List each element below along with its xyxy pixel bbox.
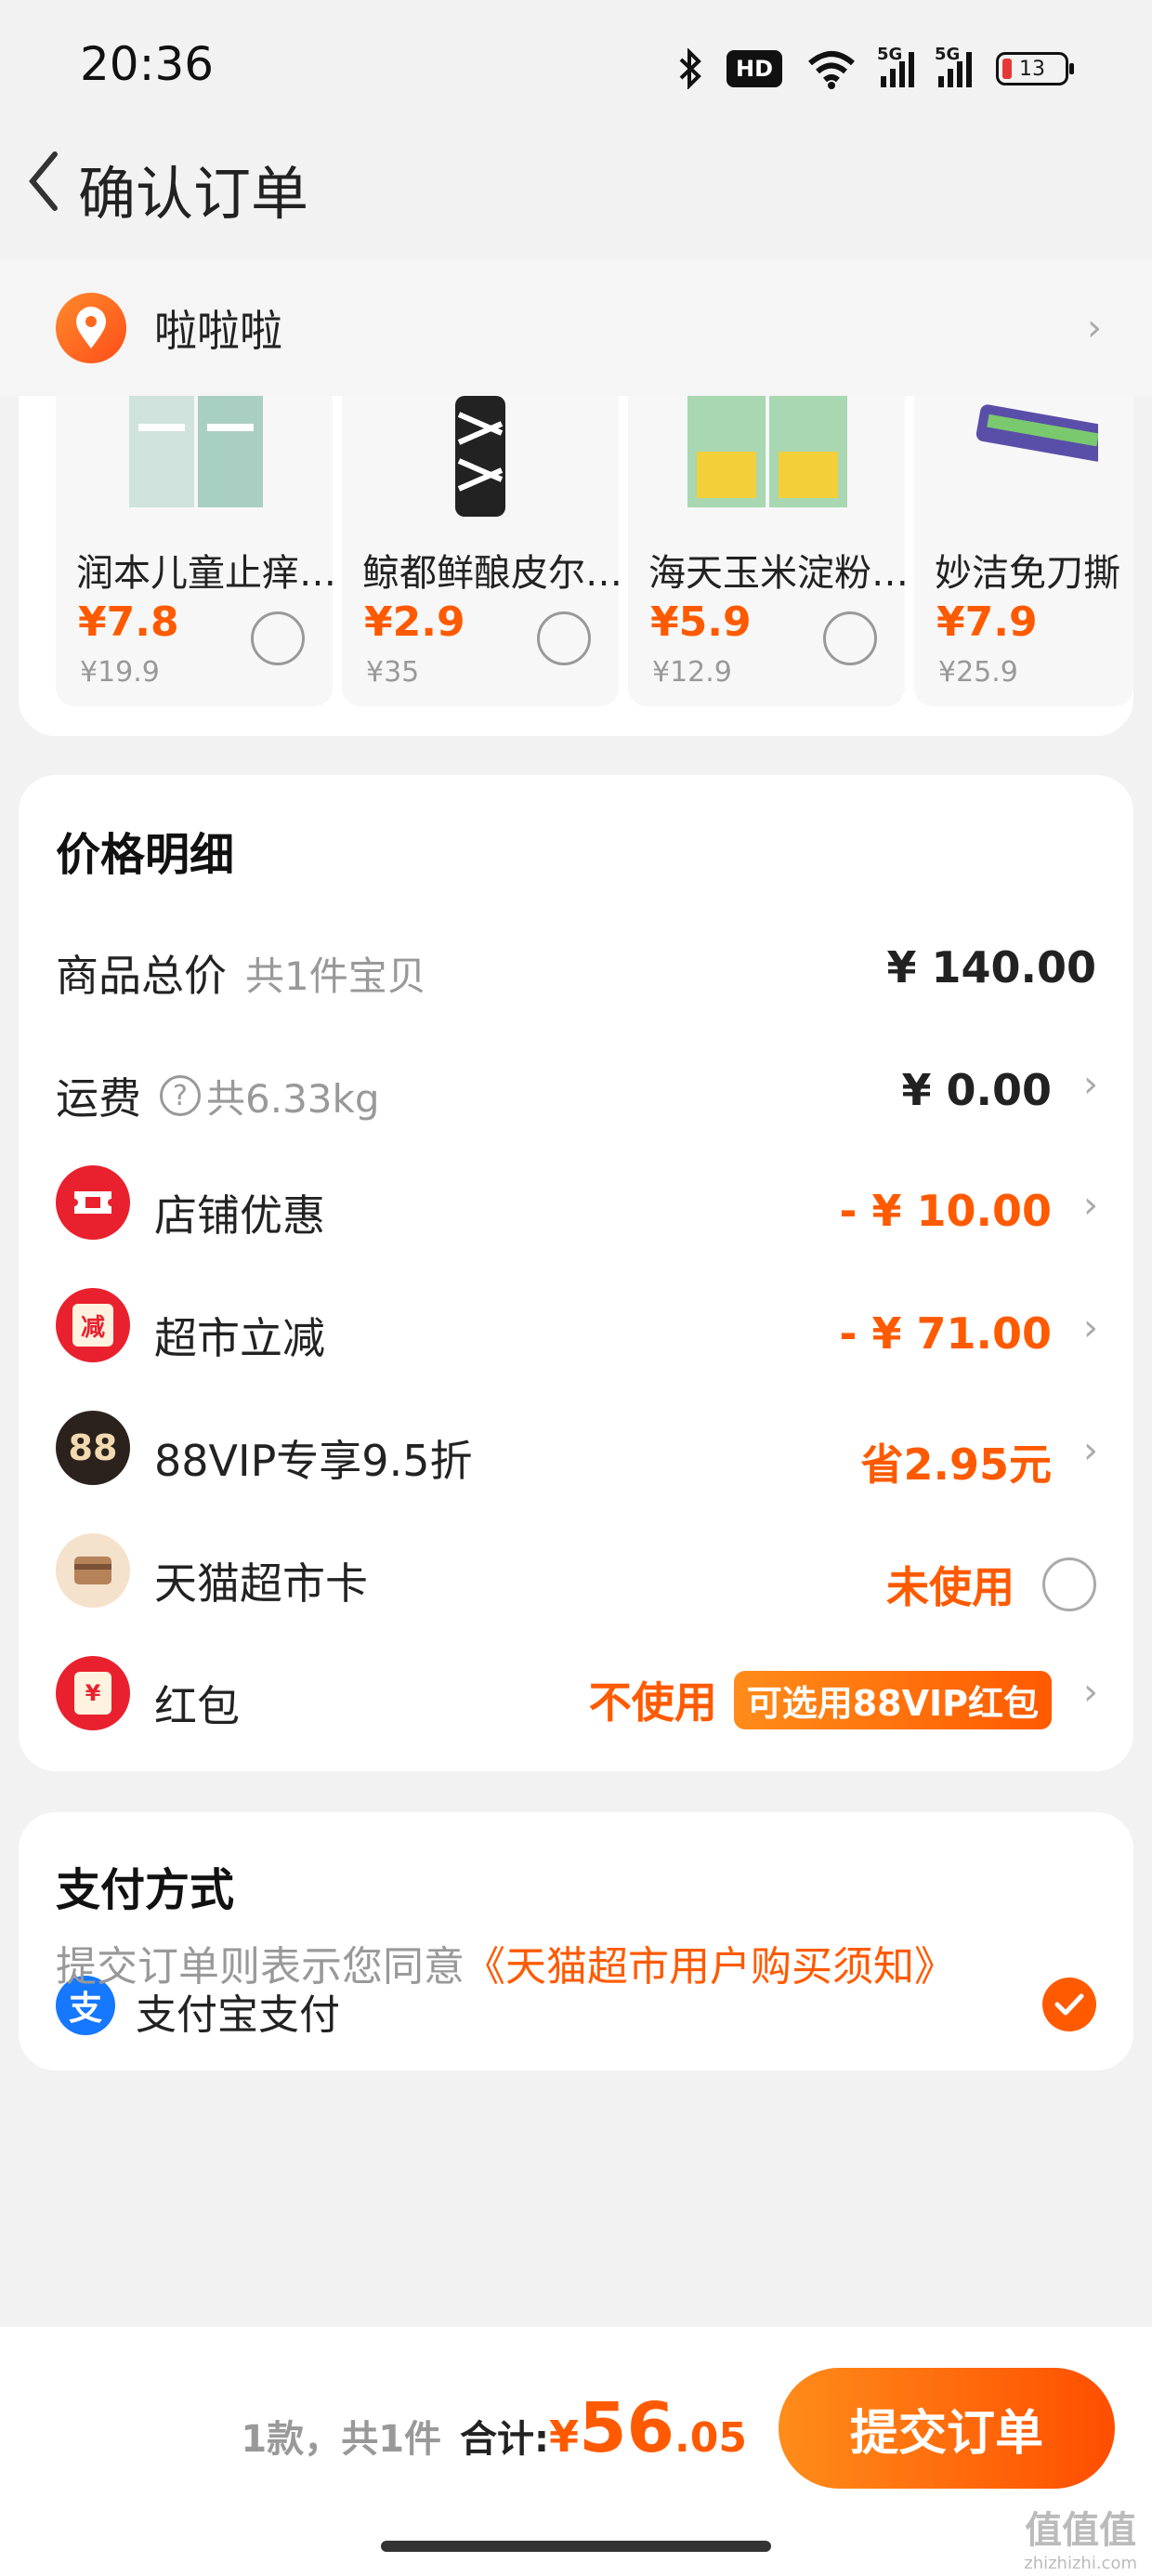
order-summary: 1款，共1件 合计: ¥ 56 .05 <box>241 2388 747 2468</box>
page-title: 确认订单 <box>78 160 309 228</box>
payment-title: 支付方式 <box>56 1864 235 1916</box>
red-packet-value-group[interactable]: 不使用 可选用88VIP红包 <box>589 1669 1052 1730</box>
product-name: 鲸都鲜酿皮尔… <box>362 552 619 595</box>
product-name: 润本儿童止痒… <box>76 552 333 595</box>
vip-red-packet-badge: 可选用88VIP红包 <box>733 1670 1052 1729</box>
shipping-weight: 共6.33kg <box>206 1075 380 1122</box>
goods-total-value: ¥ 140.00 <box>886 942 1096 992</box>
product-select-radio[interactable] <box>251 611 305 665</box>
product-image <box>342 396 619 517</box>
product-name: 妙洁免刀撕 <box>935 552 1120 595</box>
status-bar: 20:36 HD 5G 5G 13 <box>0 0 1152 139</box>
status-icons: HD 5G 5G 13 <box>678 45 1074 91</box>
submit-order-button[interactable]: 提交订单 <box>779 2368 1115 2489</box>
check-icon <box>1054 1993 1084 2016</box>
product-original-price: ¥12.9 <box>652 656 732 689</box>
red-packet-icon: ¥ <box>56 1656 130 1730</box>
price-detail-title: 价格明细 <box>56 829 235 881</box>
chevron-right-icon: › <box>1083 1429 1098 1472</box>
chevron-right-icon: › <box>1083 1184 1098 1227</box>
supermarket-cut-value[interactable]: - ¥ 71.00 <box>839 1308 1052 1359</box>
goods-total-label: 商品总价 <box>56 951 227 1001</box>
tmall-card-radio[interactable] <box>1042 1557 1096 1611</box>
shipping-label: 运费 <box>56 1073 141 1124</box>
reduction-icon: 减 <box>56 1288 130 1362</box>
product-strip: 润本儿童止痒… ¥7.8 ¥19.9 鲸都鲜酿皮尔… ¥2.9 ¥35 海天玉米… <box>19 396 1133 736</box>
chevron-right-icon: › <box>1083 1063 1098 1106</box>
wifi-icon <box>808 51 855 89</box>
product-price: ¥7.9 <box>936 598 1038 646</box>
address-row[interactable]: 啦啦啦 › <box>0 260 1152 396</box>
supermarket-cut-label: 超市立减 <box>154 1313 325 1363</box>
tmall-card-status: 未使用 <box>886 1562 1015 1612</box>
watermark: 值值值 zhizhizhi.com <box>1024 2509 1137 2573</box>
address-name: 啦啦啦 <box>154 306 282 356</box>
agreement-link[interactable]: 《天猫超市用户购买须知》 <box>465 1943 955 1991</box>
battery-level: 13 <box>1019 57 1045 81</box>
product-card[interactable]: 润本儿童止痒… ¥7.8 ¥19.9 <box>56 396 333 706</box>
payment-selected-check[interactable] <box>1042 1978 1096 2031</box>
red-packet-label: 红包 <box>154 1681 240 1731</box>
battery-icon: 13 <box>996 52 1074 85</box>
product-image <box>628 396 905 517</box>
product-original-price: ¥35 <box>366 656 420 689</box>
goods-total-count: 共1件宝贝 <box>245 953 426 999</box>
hd-voice-icon: HD <box>726 50 782 87</box>
bluetooth-icon <box>679 48 701 89</box>
shipping-row[interactable]: 运费 ? 共6.33kg <box>56 1065 380 1126</box>
total-integer: 56 <box>579 2388 675 2468</box>
product-image <box>914 396 1133 517</box>
home-indicator[interactable] <box>381 2541 771 2552</box>
product-price: ¥7.8 <box>78 598 179 646</box>
vip-discount-label: 88VIP专享9.5折 <box>154 1436 473 1486</box>
agreement-prefix: 提交订单则表示您同意 <box>56 1943 465 1991</box>
product-select-radio[interactable] <box>537 611 591 665</box>
help-icon[interactable]: ? <box>160 1075 201 1116</box>
product-image <box>56 396 333 517</box>
product-name: 海天玉米淀粉… <box>648 552 905 595</box>
product-card[interactable]: 海天玉米淀粉… ¥5.9 ¥12.9 <box>628 396 905 706</box>
product-select-radio[interactable] <box>823 611 877 665</box>
total-label: 合计: <box>460 2418 550 2461</box>
signal-5g-icon: 5G <box>935 45 972 87</box>
chevron-right-icon: › <box>1083 1307 1098 1349</box>
tmall-card-label: 天猫超市卡 <box>154 1558 368 1609</box>
vip-88-icon: 88 <box>56 1411 130 1485</box>
coupon-icon <box>56 1165 130 1240</box>
total-decimal: .05 <box>674 2414 747 2462</box>
chevron-left-icon <box>29 151 58 211</box>
product-original-price: ¥25.9 <box>938 656 1018 689</box>
card-icon <box>56 1533 130 1608</box>
total-currency: ¥ <box>549 2412 580 2462</box>
chevron-right-icon: › <box>1083 1671 1098 1714</box>
back-button[interactable] <box>11 144 76 218</box>
vip-discount-value[interactable]: 省2.95元 <box>861 1431 1053 1492</box>
product-card[interactable]: 鲸都鲜酿皮尔… ¥2.9 ¥35 <box>342 396 619 706</box>
signal-5g-icon: 5G <box>877 45 914 87</box>
shipping-value[interactable]: ¥ 0.00 <box>901 1065 1052 1115</box>
chevron-right-icon: › <box>1087 307 1102 349</box>
red-packet-value: 不使用 <box>588 1677 717 1728</box>
price-detail-card: 价格明细 商品总价 共1件宝贝 ¥ 140.00 运费 ? 共6.33kg ¥ … <box>19 775 1133 1771</box>
status-time: 20:36 <box>80 37 215 91</box>
store-discount-label: 店铺优惠 <box>154 1190 325 1241</box>
store-discount-value[interactable]: - ¥ 10.00 <box>839 1186 1052 1236</box>
goods-total-row: 商品总价 共1件宝贝 <box>56 942 426 1004</box>
product-card[interactable]: 妙洁免刀撕 ¥7.9 ¥25.9 <box>914 396 1133 706</box>
location-pin-icon <box>56 293 126 363</box>
product-original-price: ¥19.9 <box>80 656 160 689</box>
product-price: ¥5.9 <box>650 598 752 646</box>
item-count: 1款，共1件 <box>241 2418 442 2461</box>
agreement-text: 提交订单则表示您同意《天猫超市用户购买须知》 <box>56 1933 955 1992</box>
product-price: ¥2.9 <box>364 598 465 646</box>
